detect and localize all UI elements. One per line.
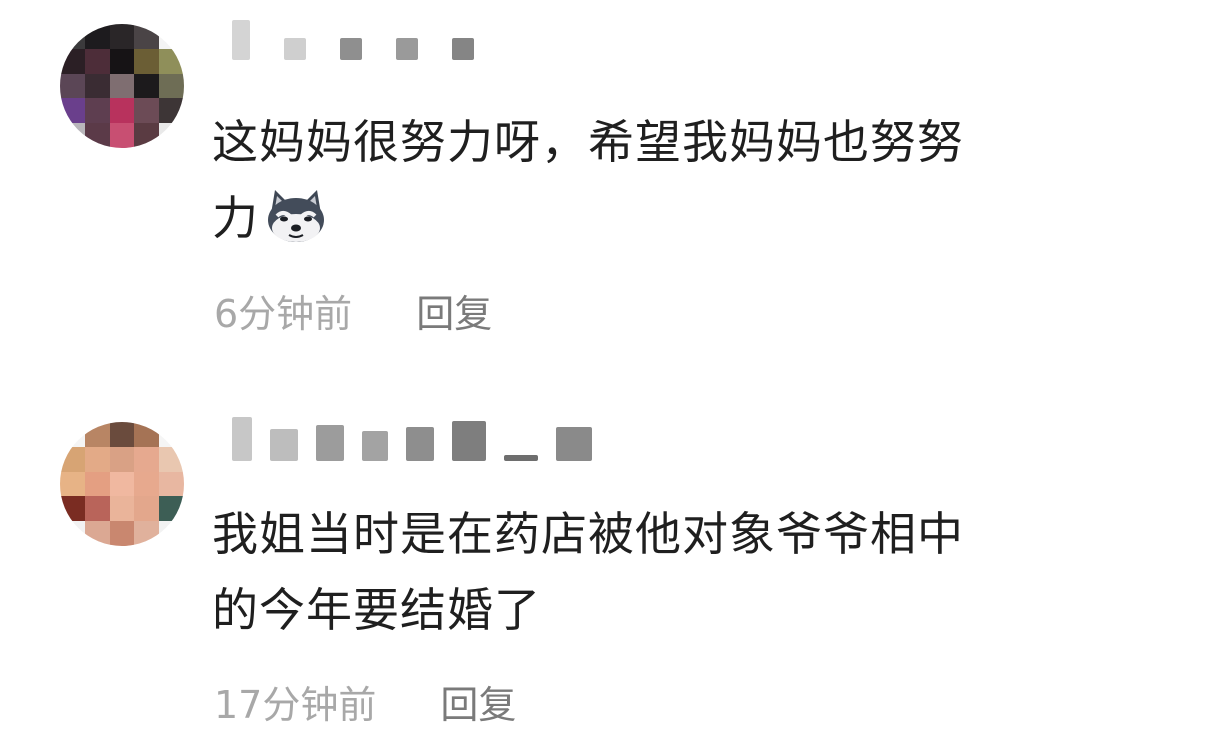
avatar-pixel bbox=[134, 123, 160, 148]
pixel-block bbox=[452, 38, 474, 60]
avatar-pixel bbox=[60, 521, 85, 546]
avatar-pixel bbox=[134, 471, 160, 497]
comment-text-line: 力 bbox=[212, 180, 1152, 256]
avatar-pixel bbox=[159, 422, 184, 447]
avatar-pixel bbox=[60, 471, 85, 497]
comment-text-line: 的今年要结婚了 bbox=[212, 583, 541, 637]
pixel-block bbox=[362, 431, 388, 461]
avatar-pixel bbox=[109, 24, 135, 49]
avatar-pixel bbox=[60, 24, 85, 49]
avatar-pixel bbox=[84, 24, 110, 49]
pixel-block bbox=[556, 427, 592, 461]
comment-text: 我姐当时是在药店被他对象爷爷相中 的今年要结婚了 bbox=[212, 496, 1152, 648]
avatar-pixel bbox=[109, 48, 135, 74]
avatar-pixel bbox=[159, 446, 184, 472]
avatar-pixel bbox=[134, 496, 160, 522]
reply-button[interactable]: 回复 bbox=[416, 283, 492, 338]
avatar-pixel bbox=[60, 422, 85, 447]
pixel-block bbox=[232, 20, 250, 60]
avatar-pixel bbox=[84, 496, 110, 522]
timestamp: 17分钟前 bbox=[214, 682, 377, 727]
comment-text-line: 我姐当时是在药店被他对象爷爷相中 bbox=[212, 507, 964, 561]
avatar-pixel bbox=[60, 48, 85, 74]
pixel-block bbox=[232, 417, 252, 461]
avatar-pixel bbox=[109, 471, 135, 497]
pixel-block bbox=[396, 38, 418, 60]
pixel-block bbox=[316, 425, 344, 461]
avatar-pixel bbox=[84, 48, 110, 74]
username-obscured[interactable] bbox=[232, 20, 474, 60]
comment-item: 我姐当时是在药店被他对象爷爷相中 的今年要结婚了 17分钟前 回复 bbox=[0, 395, 1208, 756]
avatar-pixel bbox=[159, 48, 184, 74]
avatar-pixel bbox=[84, 471, 110, 497]
timestamp: 6分钟前 bbox=[214, 291, 353, 336]
avatar-pixel bbox=[84, 73, 110, 99]
pixel-block bbox=[452, 421, 486, 461]
avatar-pixel bbox=[60, 496, 85, 522]
husky-dog-face-icon bbox=[268, 190, 324, 242]
comment-list: 这妈妈很努力呀，希望我妈妈也努努 力 6分钟前 回复 我姐当时是在药店被他对象爷… bbox=[0, 0, 1208, 756]
avatar-pixel bbox=[159, 123, 184, 148]
comment-item: 这妈妈很努力呀，希望我妈妈也努努 力 6分钟前 回复 bbox=[0, 0, 1208, 360]
comment-meta: 6分钟前 回复 bbox=[214, 286, 492, 336]
username-obscured[interactable] bbox=[232, 417, 592, 461]
avatar-pixel bbox=[159, 98, 184, 124]
pixel-block bbox=[284, 38, 306, 60]
comment-text-fragment: 力 bbox=[212, 191, 259, 245]
avatar-pixel bbox=[60, 98, 85, 124]
avatar-pixel bbox=[109, 123, 135, 148]
reply-button[interactable]: 回复 bbox=[440, 674, 516, 729]
avatar-pixel bbox=[109, 521, 135, 546]
avatar-pixel bbox=[84, 422, 110, 447]
avatar-pixel bbox=[159, 471, 184, 497]
avatar-pixel bbox=[134, 422, 160, 447]
avatar[interactable] bbox=[60, 422, 184, 546]
avatar-pixel bbox=[159, 496, 184, 522]
avatar-pixel bbox=[109, 73, 135, 99]
comment-text-line: 这妈妈很努力呀，希望我妈妈也努努 bbox=[212, 115, 964, 169]
pixel-block bbox=[270, 429, 298, 461]
avatar-pixel bbox=[60, 446, 85, 472]
pixel-block bbox=[504, 455, 538, 461]
pixel-block bbox=[340, 38, 362, 60]
avatar-pixel bbox=[60, 123, 85, 148]
avatar-pixel bbox=[109, 446, 135, 472]
avatar-pixel bbox=[109, 422, 135, 447]
avatar-pixel bbox=[134, 24, 160, 49]
pixel-block bbox=[406, 427, 434, 461]
avatar-pixel bbox=[134, 521, 160, 546]
avatar-pixel bbox=[134, 446, 160, 472]
comment-text: 这妈妈很努力呀，希望我妈妈也努努 力 bbox=[212, 104, 1152, 256]
avatar-pixel bbox=[134, 98, 160, 124]
avatar-pixel bbox=[109, 496, 135, 522]
avatar-pixel bbox=[84, 446, 110, 472]
avatar-pixel bbox=[109, 98, 135, 124]
avatar-pixel bbox=[159, 24, 184, 49]
avatar-pixel bbox=[84, 98, 110, 124]
avatar-pixel bbox=[134, 73, 160, 99]
avatar[interactable] bbox=[60, 24, 184, 148]
avatar-pixel bbox=[84, 123, 110, 148]
avatar-pixel bbox=[159, 521, 184, 546]
avatar-pixel bbox=[134, 48, 160, 74]
avatar-pixel bbox=[84, 521, 110, 546]
avatar-pixel bbox=[159, 73, 184, 99]
avatar-pixel bbox=[60, 73, 85, 99]
comment-meta: 17分钟前 回复 bbox=[214, 677, 516, 727]
